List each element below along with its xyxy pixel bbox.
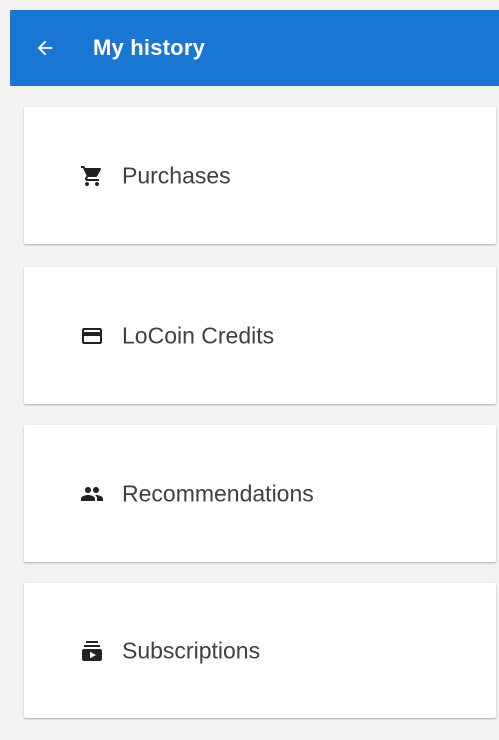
menu-item-locoin-credits[interactable]: LoCoin Credits <box>24 267 496 404</box>
menu-item-label: Recommendations <box>122 480 314 506</box>
menu-item-subscriptions[interactable]: Subscriptions <box>24 583 496 718</box>
people-icon <box>79 481 105 507</box>
menu-item-label: Purchases <box>122 162 231 188</box>
credit-card-icon <box>79 323 105 349</box>
menu-item-purchases[interactable]: Purchases <box>24 107 496 244</box>
menu-item-recommendations[interactable]: Recommendations <box>24 425 496 562</box>
arrow-back-icon <box>37 40 53 56</box>
shopping-cart-icon <box>79 163 105 189</box>
back-button[interactable] <box>34 10 84 86</box>
menu-item-label: LoCoin Credits <box>122 322 275 348</box>
menu-item-label: Subscriptions <box>122 637 261 663</box>
subscriptions-icon <box>79 638 105 664</box>
page-title: My history <box>93 35 206 60</box>
app-bar: My history <box>10 10 499 86</box>
